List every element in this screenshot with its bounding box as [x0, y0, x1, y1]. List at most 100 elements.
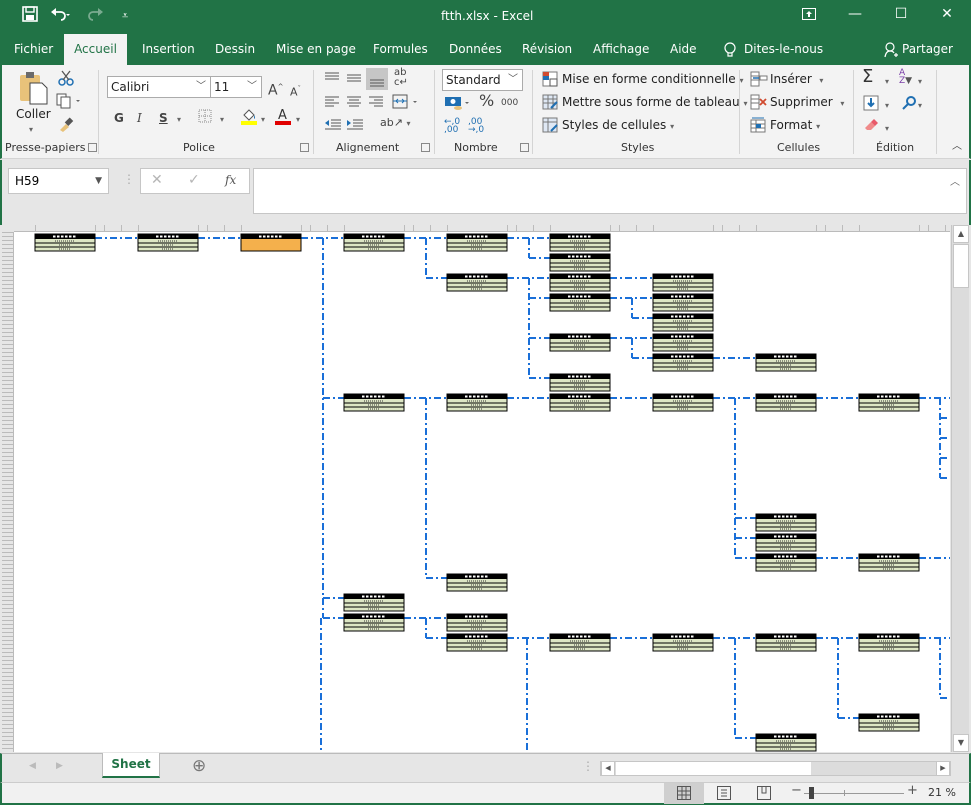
worksheet-grid[interactable] — [14, 232, 950, 752]
align-bottom-icon[interactable] — [366, 68, 388, 90]
row-header-divider[interactable] — [2, 332, 13, 333]
diagram-node[interactable] — [137, 233, 199, 252]
normal-view-button[interactable] — [664, 783, 704, 804]
row-header-divider[interactable] — [2, 488, 13, 489]
column-header-divider[interactable] — [413, 225, 414, 232]
row-header-divider[interactable] — [2, 468, 13, 469]
diagram-node[interactable] — [446, 393, 508, 412]
scroll-down-button[interactable]: ▼ — [953, 734, 969, 752]
row-header-divider[interactable] — [2, 324, 13, 325]
fill-dropdown[interactable]: ▾ — [885, 98, 889, 114]
paste-dropdown[interactable]: ▾ — [29, 125, 33, 134]
ribbon-display-options-icon[interactable] — [786, 8, 832, 23]
row-header-divider[interactable] — [2, 712, 13, 713]
underline-dropdown[interactable]: ▾ — [177, 112, 181, 128]
column-header-divider[interactable] — [756, 225, 757, 232]
row-header-divider[interactable] — [2, 376, 13, 377]
increase-indent-icon[interactable] — [346, 118, 364, 137]
sheet-tab-sheet[interactable]: Sheet — [102, 753, 160, 778]
delete-cells-icon[interactable] — [750, 94, 768, 115]
diagram-node[interactable] — [549, 253, 611, 272]
row-header-divider[interactable] — [2, 380, 13, 381]
row-header-divider[interactable] — [2, 576, 13, 577]
row-header-divider[interactable] — [2, 536, 13, 537]
diagram-node[interactable] — [652, 393, 714, 412]
diagram-node[interactable] — [652, 353, 714, 372]
row-header-divider[interactable] — [2, 504, 13, 505]
row-header-divider[interactable] — [2, 748, 13, 749]
save-icon[interactable] — [22, 6, 38, 26]
row-header-divider[interactable] — [2, 308, 13, 309]
column-header-divider[interactable] — [859, 225, 860, 232]
row-header-divider[interactable] — [2, 740, 13, 741]
find-select-icon[interactable] — [901, 95, 917, 116]
row-header-divider[interactable] — [2, 460, 13, 461]
zoom-slider-thumb[interactable] — [809, 787, 814, 799]
column-header-divider[interactable] — [550, 225, 551, 232]
row-header-divider[interactable] — [2, 236, 13, 237]
diagram-node[interactable] — [755, 393, 817, 412]
accounting-format-icon[interactable] — [444, 95, 472, 116]
column-header-divider[interactable] — [928, 225, 929, 232]
row-header-divider[interactable] — [2, 388, 13, 389]
row-header-divider[interactable] — [2, 352, 13, 353]
row-header-divider[interactable] — [2, 424, 13, 425]
align-right-icon[interactable] — [368, 95, 384, 114]
borders-icon[interactable] — [198, 109, 212, 128]
align-left-icon[interactable] — [324, 95, 340, 114]
row-header-divider[interactable] — [2, 628, 13, 629]
column-header-divider[interactable] — [121, 225, 122, 232]
column-header-divider[interactable] — [516, 225, 517, 232]
diagram-node[interactable] — [549, 333, 611, 352]
diagram-node[interactable] — [652, 273, 714, 292]
insert-cells-button[interactable]: Insérer ▾ — [770, 72, 823, 86]
customize-qat-icon[interactable]: ⩡ — [122, 9, 128, 23]
row-header-divider[interactable] — [2, 432, 13, 433]
autosum-icon[interactable]: Σ — [862, 68, 873, 86]
diagram-node[interactable] — [343, 593, 405, 612]
insert-function-button[interactable]: fx — [225, 173, 236, 187]
row-header-divider[interactable] — [2, 476, 13, 477]
row-header-divider[interactable] — [2, 604, 13, 605]
row-header-divider[interactable] — [2, 272, 13, 273]
percent-button[interactable]: % — [479, 93, 494, 109]
row-header-divider[interactable] — [2, 744, 13, 745]
diagram-node[interactable] — [549, 393, 611, 412]
underline-button[interactable]: S — [159, 110, 168, 126]
tab-fichier[interactable]: Fichier — [6, 34, 61, 65]
row-header-divider[interactable] — [2, 512, 13, 513]
row-header-divider[interactable] — [2, 644, 13, 645]
align-middle-icon[interactable] — [346, 71, 362, 90]
row-header-divider[interactable] — [2, 708, 13, 709]
row-header-divider[interactable] — [2, 240, 13, 241]
row-header-divider[interactable] — [2, 716, 13, 717]
formula-input[interactable]: ︿ — [253, 168, 967, 214]
tab-accueil[interactable]: Accueil — [64, 34, 127, 65]
row-header-divider[interactable] — [2, 612, 13, 613]
row-header-divider[interactable] — [2, 688, 13, 689]
row-header-divider[interactable] — [2, 524, 13, 525]
row-header-divider[interactable] — [2, 736, 13, 737]
orientation-icon[interactable]: ab↗ ▾ — [380, 115, 410, 132]
horizontal-scroll-thumb[interactable] — [616, 762, 811, 775]
column-header-divider[interactable] — [104, 225, 105, 232]
row-header-divider[interactable] — [2, 364, 13, 365]
row-header-divider[interactable] — [2, 320, 13, 321]
row-header-divider[interactable] — [2, 608, 13, 609]
column-header-divider[interactable] — [653, 225, 654, 232]
row-headers[interactable] — [2, 232, 14, 752]
row-header-divider[interactable] — [2, 692, 13, 693]
next-sheet-icon[interactable]: ▶ — [56, 761, 63, 771]
bold-button[interactable]: G — [114, 110, 124, 126]
enter-button[interactable]: ✓ — [188, 172, 200, 188]
cell-styles-button[interactable]: Styles de cellules ▾ — [562, 118, 674, 132]
page-break-view-button[interactable] — [757, 786, 771, 803]
diagram-node[interactable] — [755, 353, 817, 372]
row-header-divider[interactable] — [2, 724, 13, 725]
decrease-indent-icon[interactable] — [324, 118, 342, 137]
row-header-divider[interactable] — [2, 456, 13, 457]
tab-donnees[interactable]: Données — [441, 34, 510, 65]
align-center-icon[interactable] — [346, 95, 362, 114]
row-header-divider[interactable] — [2, 564, 13, 565]
row-header-divider[interactable] — [2, 720, 13, 721]
